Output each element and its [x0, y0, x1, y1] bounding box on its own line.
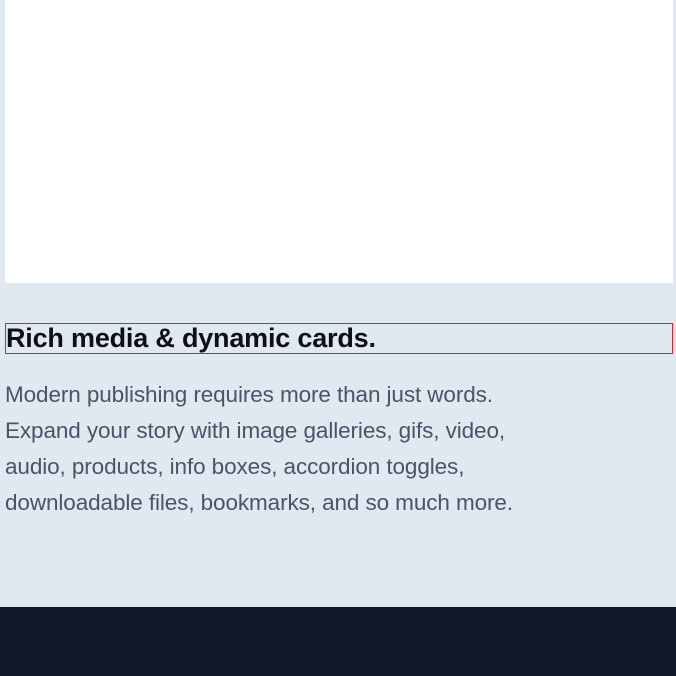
feature-description-line: Expand your story with image galleries, …	[5, 418, 506, 443]
footer	[0, 607, 676, 676]
feature-heading: Rich media & dynamic cards.	[5, 323, 673, 354]
media-preview	[5, 0, 673, 283]
feature-description: Modern publishing requires more than jus…	[5, 377, 585, 521]
feature-description-line: Modern publishing requires more than jus…	[5, 382, 493, 407]
feature-description-line: audio, products, info boxes, accordion t…	[5, 454, 465, 479]
feature-description-line: downloadable files, bookmarks, and so mu…	[5, 490, 513, 515]
